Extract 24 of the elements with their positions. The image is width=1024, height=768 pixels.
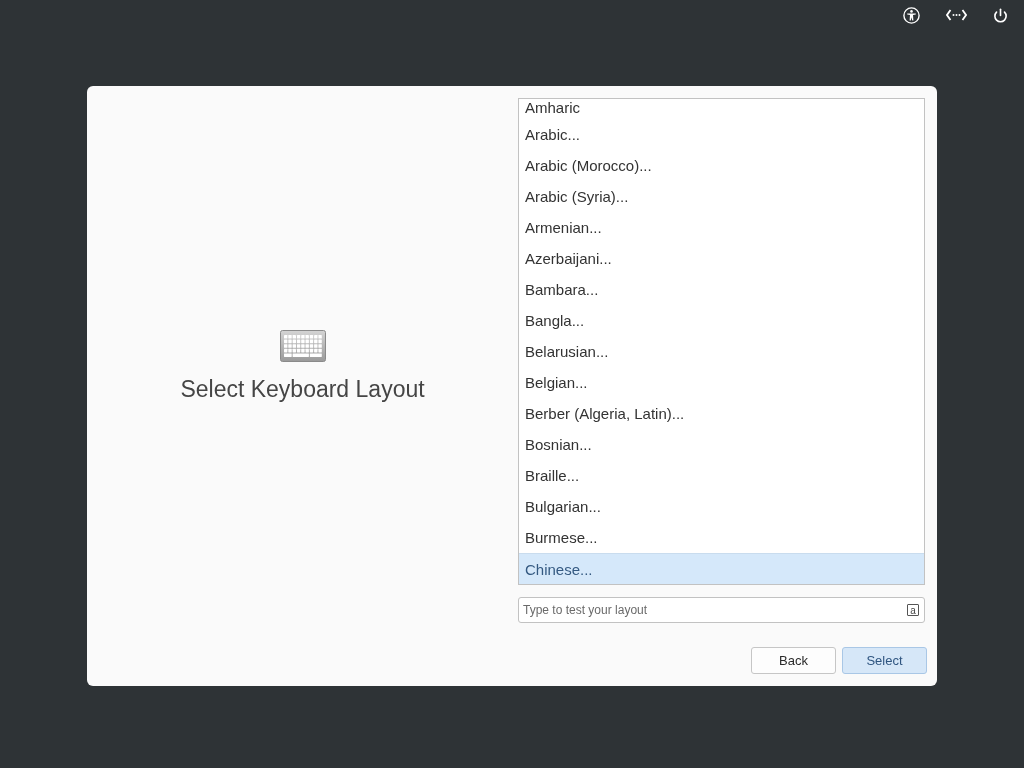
accessibility-icon[interactable] [903, 6, 920, 24]
layout-list-item[interactable]: Belgian... [519, 367, 924, 398]
layout-indicator: a [907, 604, 919, 616]
layout-list-item[interactable]: Azerbaijani... [519, 243, 924, 274]
layout-list-item[interactable]: Bulgarian... [519, 491, 924, 522]
layout-list-item[interactable]: Chinese... [519, 553, 924, 584]
layout-list-item[interactable]: Amharic [519, 99, 924, 119]
network-icon[interactable] [946, 9, 967, 21]
layout-list-item[interactable]: Belarusian... [519, 336, 924, 367]
dialog-title: Select Keyboard Layout [180, 375, 425, 403]
layout-list-item[interactable]: Burmese... [519, 522, 924, 553]
layout-list-item[interactable]: Berber (Algeria, Latin)... [519, 398, 924, 429]
layout-list-item[interactable]: Bosnian... [519, 429, 924, 460]
layout-list-item[interactable]: Arabic (Syria)... [519, 181, 924, 212]
layout-list-item[interactable]: Bambara... [519, 274, 924, 305]
layout-list-item[interactable]: Arabic... [519, 119, 924, 150]
layout-list-item[interactable]: Bangla... [519, 305, 924, 336]
layout-list-item[interactable]: Braille... [519, 460, 924, 491]
layout-list-item[interactable]: Arabic (Morocco)... [519, 150, 924, 181]
back-button[interactable]: Back [751, 647, 836, 674]
power-icon[interactable] [993, 7, 1008, 23]
layout-list-item[interactable]: Armenian... [519, 212, 924, 243]
keyboard-icon [279, 329, 326, 362]
select-button[interactable]: Select [842, 647, 927, 674]
